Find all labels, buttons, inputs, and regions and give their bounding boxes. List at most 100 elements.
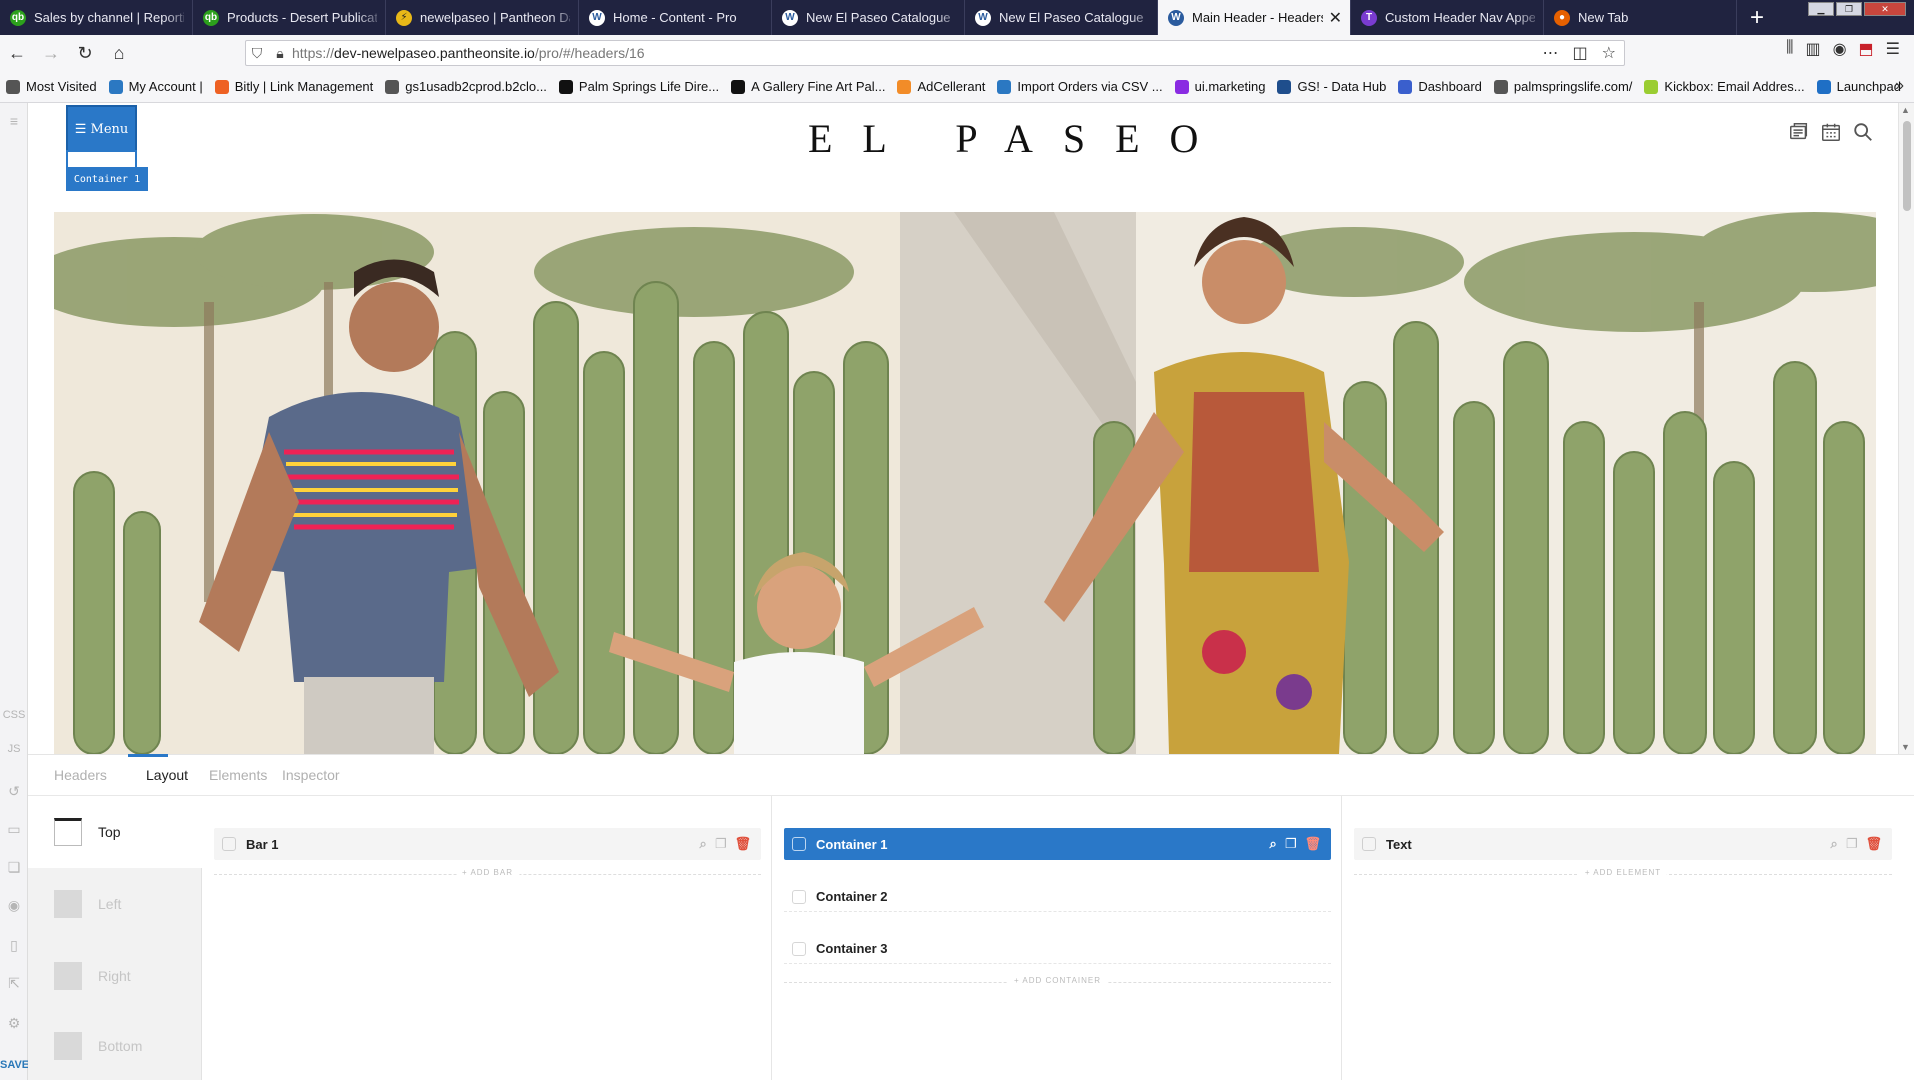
pocket-icon[interactable]: ◫	[1573, 43, 1588, 63]
bookmark-item[interactable]: palmspringslife.com/	[1493, 79, 1632, 94]
scroll-down-arrow-icon[interactable]: ▼	[1901, 742, 1910, 752]
browser-tab[interactable]: W Home - Content - Pro	[579, 0, 772, 35]
browser-tab[interactable]: W New El Paseo Catalogue	[772, 0, 965, 35]
lock-icon[interactable]: 🔒︎	[268, 45, 292, 62]
bookmark-item[interactable]: Dashboard	[1398, 79, 1482, 94]
tab-layout[interactable]: Layout	[127, 754, 188, 783]
bookmark-item[interactable]: Launchpad	[1816, 79, 1901, 94]
duplicate-icon[interactable]: ❐	[1846, 836, 1858, 852]
new-tab-button[interactable]: +	[1737, 0, 1777, 35]
bookmark-item[interactable]: gs1usadb2cprod.b2clo...	[385, 79, 547, 94]
hamburger-menu-icon[interactable]: ☰	[1886, 39, 1900, 59]
delete-icon[interactable]: 🗑︎	[1304, 836, 1321, 852]
gear-icon	[997, 79, 1012, 94]
gear-icon	[6, 79, 20, 94]
bookmarks-overflow-icon[interactable]: »	[1895, 77, 1904, 95]
reload-button[interactable]: ↻	[68, 39, 102, 67]
sidebar-icon[interactable]: ▥	[1805, 39, 1820, 59]
duplicate-icon[interactable]: ❐	[715, 836, 727, 852]
delete-icon[interactable]: 🗑︎	[734, 836, 751, 852]
url-host: dev-newelpaseo.pantheonsite.io	[334, 45, 535, 61]
bookmark-item[interactable]: AdCellerant	[897, 79, 985, 94]
preview-icon[interactable]: ◉	[0, 897, 28, 914]
bookmark-item[interactable]: Most Visited	[6, 79, 97, 94]
browser-tab[interactable]: W New El Paseo Catalogue	[965, 0, 1158, 35]
bookmark-item[interactable]: Import Orders via CSV ...	[997, 79, 1163, 94]
tab-elements[interactable]: Elements	[209, 767, 267, 783]
history-icon[interactable]: ↺	[0, 783, 28, 800]
preview-scrollbar[interactable]: ▲ ▼	[1898, 103, 1914, 754]
library-icon[interactable]: ⫼	[1786, 39, 1793, 59]
zone-left[interactable]: Left	[28, 868, 202, 940]
calendar-icon[interactable]	[1820, 121, 1842, 143]
save-button[interactable]: SAVE	[0, 1059, 29, 1071]
container-row-selected[interactable]: Container 1 ⌕ ❐ 🗑︎	[784, 828, 1331, 860]
settings-gear-icon[interactable]: ⚙	[0, 1015, 28, 1032]
add-bar-button[interactable]: + ADD BAR	[455, 868, 520, 877]
magazine-icon[interactable]	[1788, 121, 1810, 143]
container-label-tag[interactable]: Container 1	[66, 167, 148, 191]
tab-headers[interactable]: Headers	[54, 767, 107, 783]
container-row[interactable]: Container 3	[784, 934, 1331, 964]
container-row[interactable]: Container 2	[784, 882, 1331, 912]
browser-tab[interactable]: ⚡newelpaseo | Pantheon Dashboard	[386, 0, 579, 35]
search-icon[interactable]: ⌕	[1270, 836, 1277, 852]
editor-tabs: Headers Layout Elements Inspector	[28, 754, 1914, 796]
elements-column: Text ⌕ ❐ 🗑︎ + ADD ELEMENT	[1342, 796, 1914, 1080]
zone-top[interactable]: Top	[28, 796, 202, 868]
menu-button[interactable]: ☰ Menu	[66, 105, 137, 153]
browser-tab[interactable]: qbProducts - Desert Publications	[193, 0, 386, 35]
url-bar[interactable]: ⛉ 🔒︎ https://dev-newelpaseo.pantheonsite…	[245, 40, 1625, 66]
collapse-menu-icon[interactable]: ≡	[0, 113, 28, 129]
forward-button[interactable]: →	[34, 39, 68, 67]
add-element-button[interactable]: + ADD ELEMENT	[1578, 868, 1668, 877]
home-button[interactable]: ⌂	[102, 39, 136, 67]
page-actions-icon[interactable]: ⋯	[1543, 43, 1559, 63]
account-icon[interactable]: ◉	[1833, 39, 1847, 59]
shield-icon[interactable]: ⛉	[246, 45, 268, 62]
browser-tab[interactable]: ● New Tab	[1544, 0, 1737, 35]
zone-right[interactable]: Right	[28, 940, 202, 1012]
browser-tab[interactable]: qb Sales by channel | Reporting	[0, 0, 193, 35]
js-button[interactable]: JS	[0, 743, 28, 755]
site-logo[interactable]: EL PASEO	[808, 115, 1228, 162]
duplicate-icon[interactable]: ❐	[1285, 836, 1297, 852]
scroll-up-arrow-icon[interactable]: ▲	[1901, 105, 1910, 115]
search-icon[interactable]	[1852, 121, 1874, 143]
bookmark-item[interactable]: My Account |	[108, 79, 203, 94]
tab-inspector[interactable]: Inspector	[282, 767, 340, 783]
search-icon[interactable]: ⌕	[1831, 836, 1838, 852]
templates-icon[interactable]: ❏	[0, 859, 28, 876]
url-path: /pro/#/headers/16	[534, 45, 645, 61]
zone-right-icon	[54, 962, 82, 990]
bookmark-star-icon[interactable]: ☆	[1602, 43, 1616, 63]
close-window-button[interactable]: ✕	[1864, 2, 1906, 16]
browser-tab-active[interactable]: WMain Header - Headers - Pro✕	[1158, 0, 1351, 35]
pdf-icon[interactable]: ⬒	[1859, 39, 1874, 59]
bookmark-item[interactable]: ui.marketing	[1174, 79, 1265, 94]
bookmark-item[interactable]: Bitly | Link Management	[214, 79, 373, 94]
wordpress-icon: W	[1168, 9, 1184, 26]
minimize-button[interactable]: ▁	[1808, 2, 1834, 16]
scrollbar-thumb[interactable]	[1903, 121, 1911, 211]
back-button[interactable]: ←	[0, 39, 34, 67]
external-link-icon[interactable]: ⇱	[0, 975, 28, 992]
delete-icon[interactable]: 🗑︎	[1865, 836, 1882, 852]
bookmark-item[interactable]: Kickbox: Email Addres...	[1644, 79, 1805, 94]
bookmark-item[interactable]: GS! - Data Hub	[1277, 79, 1386, 94]
zone-bottom-icon	[54, 1032, 82, 1060]
bar-row[interactable]: Bar 1 ⌕ ❐ 🗑︎	[214, 828, 761, 860]
css-button[interactable]: CSS	[0, 709, 28, 721]
browser-tab[interactable]: TCustom Header Nav Appearance	[1351, 0, 1544, 35]
close-tab-icon[interactable]: ✕	[1329, 8, 1342, 28]
bookmark-item[interactable]: A Gallery Fine Art Pal...	[731, 79, 885, 94]
responsive-icon[interactable]: ▯	[0, 937, 28, 954]
zone-bottom[interactable]: Bottom	[28, 1010, 202, 1082]
element-row[interactable]: Text ⌕ ❐ 🗑︎	[1354, 828, 1892, 860]
search-icon[interactable]: ⌕	[700, 836, 707, 852]
psl-icon	[558, 79, 573, 94]
layout-icon[interactable]: ▭	[0, 821, 28, 838]
add-container-button[interactable]: + ADD CONTAINER	[1007, 976, 1108, 985]
restore-button[interactable]: ❐	[1836, 2, 1862, 16]
bookmark-item[interactable]: Palm Springs Life Dire...	[558, 79, 719, 94]
